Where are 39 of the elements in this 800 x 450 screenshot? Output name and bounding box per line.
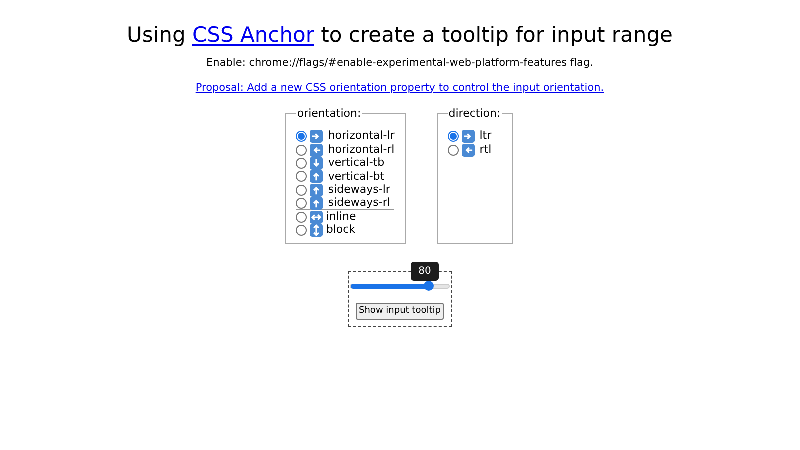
option-label: vertical-tb (328, 155, 385, 172)
arrow-left-icon (462, 144, 475, 157)
option-label: horizontal-rl (328, 142, 395, 158)
arrow-right-icon (462, 130, 475, 144)
radio-button[interactable] (296, 212, 308, 223)
page-heading: Using CSS Anchor to create a tooltip for input range (127, 22, 673, 49)
radio-button[interactable] (296, 158, 308, 169)
arrow-up-icon (310, 170, 324, 184)
option-label: sideways-lr (328, 182, 390, 198)
radio-button[interactable] (296, 198, 308, 209)
radio-button[interactable] (296, 131, 308, 142)
radio-button[interactable] (448, 144, 459, 156)
show-tooltip-button[interactable]: Show input tooltip (356, 302, 444, 320)
proposal-link[interactable]: Proposal: Add a new CSS orientation property to control the input orientation. (196, 80, 604, 96)
option-label: block (326, 222, 356, 238)
option-label: inline (326, 208, 356, 224)
fieldset-legend: orientation: (296, 106, 362, 122)
radio-button[interactable] (296, 184, 308, 196)
range-slider[interactable] (350, 284, 450, 288)
value-tooltip: 80 (411, 262, 439, 280)
arrow-updown-icon (310, 224, 324, 237)
radio-button[interactable] (296, 144, 308, 156)
radio-button[interactable] (448, 131, 459, 142)
option-label: rtl (480, 142, 492, 158)
radio-button[interactable] (296, 224, 308, 236)
option-label: ltr (480, 128, 492, 144)
arrow-left-icon (310, 144, 324, 157)
radio-button[interactable] (296, 171, 308, 182)
arrow-up-icon (310, 184, 324, 197)
arrow-down-icon (310, 156, 324, 170)
arrow-right-icon (310, 130, 324, 144)
option-label: sideways-rl (328, 196, 390, 211)
heading-link[interactable]: CSS Anchor (192, 23, 314, 47)
option-label: horizontal-lr (328, 128, 395, 144)
option-label: vertical-bt (328, 168, 385, 184)
fieldset-legend: direction: (448, 106, 502, 122)
enable-note: Enable: chrome://flags/#enable-experimental-web-platform-features flag. (206, 56, 594, 71)
arrow-leftright-icon (310, 210, 324, 224)
arrow-up-icon (310, 196, 324, 210)
